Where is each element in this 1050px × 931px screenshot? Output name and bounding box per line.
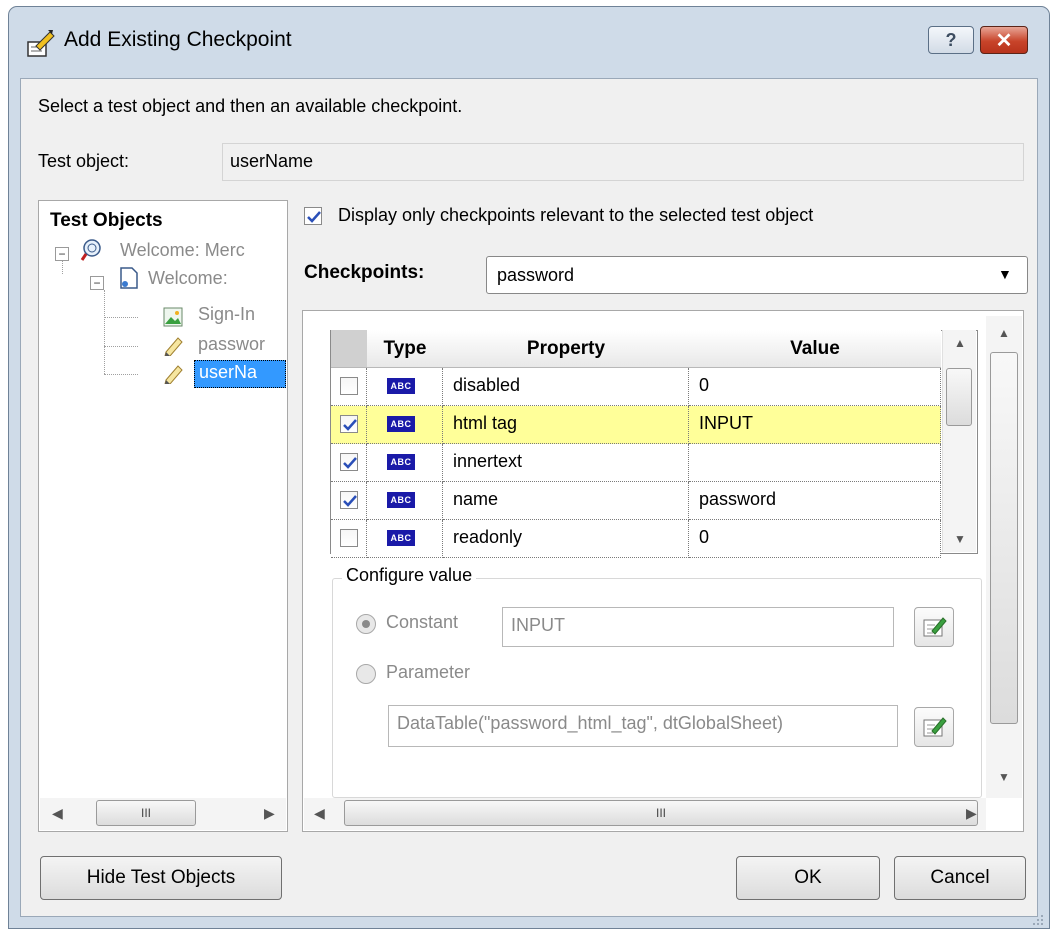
- parameter-radio[interactable]: [356, 664, 376, 684]
- tree-scroll-thumb[interactable]: III: [96, 800, 196, 826]
- tree-connector: [104, 317, 138, 318]
- row-checkbox[interactable]: [340, 491, 358, 509]
- close-button[interactable]: ✕: [980, 26, 1028, 54]
- column-header-type[interactable]: Type: [367, 330, 443, 368]
- row-type-cell: ABC: [367, 368, 443, 406]
- window-title: Add Existing Checkpoint: [64, 28, 292, 51]
- row-checkbox[interactable]: [340, 415, 358, 433]
- instructions-text: Select a test object and then an availab…: [38, 96, 463, 116]
- row-checkbox-cell: [331, 444, 367, 482]
- scroll-up-icon[interactable]: ▲: [954, 336, 966, 350]
- row-checkbox-cell: [331, 520, 367, 558]
- hide-test-objects-button[interactable]: Hide Test Objects: [40, 856, 282, 900]
- grid-scroll-thumb[interactable]: [946, 368, 972, 426]
- panel-scroll-thumb-horizontal[interactable]: III: [344, 800, 978, 826]
- row-checkbox[interactable]: [340, 377, 358, 395]
- tree-collapse-toggle[interactable]: −: [90, 276, 104, 290]
- row-checkbox-cell: [331, 368, 367, 406]
- cancel-button[interactable]: Cancel: [894, 856, 1026, 900]
- row-property-cell: readonly: [443, 520, 689, 558]
- ok-button[interactable]: OK: [736, 856, 880, 900]
- select-all-header[interactable]: [331, 330, 367, 368]
- help-button[interactable]: ?: [928, 26, 974, 54]
- tree-item-password[interactable]: passwor: [198, 334, 265, 355]
- scroll-down-icon[interactable]: ▼: [998, 770, 1010, 784]
- tree-item-browser[interactable]: Welcome: Merc: [120, 240, 245, 261]
- tree-connector: [104, 290, 105, 374]
- column-header-value[interactable]: Value: [689, 330, 941, 368]
- constant-radio[interactable]: [356, 614, 376, 634]
- row-type-cell: ABC: [367, 520, 443, 558]
- test-object-label: Test object:: [38, 151, 130, 171]
- scroll-right-icon[interactable]: ▶: [264, 805, 275, 822]
- row-type-cell: ABC: [367, 406, 443, 444]
- tree-connector: [62, 260, 63, 274]
- test-object-field: userName: [222, 143, 1024, 181]
- row-value-cell[interactable]: [689, 444, 941, 482]
- string-type-icon: ABC: [387, 492, 415, 508]
- edit-parameter-button[interactable]: [914, 707, 954, 747]
- row-property-cell: html tag: [443, 406, 689, 444]
- checkpoint-icon: [26, 28, 58, 58]
- panel-scroll-thumb[interactable]: [990, 352, 1018, 724]
- scroll-down-icon[interactable]: ▼: [954, 532, 966, 546]
- constant-value-input[interactable]: INPUT: [502, 607, 894, 647]
- row-type-cell: ABC: [367, 482, 443, 520]
- tree-header: Test Objects: [50, 210, 163, 231]
- string-type-icon: ABC: [387, 378, 415, 394]
- scroll-up-icon[interactable]: ▲: [998, 326, 1010, 340]
- row-type-cell: ABC: [367, 444, 443, 482]
- resize-grip-icon[interactable]: [1030, 910, 1044, 925]
- scroll-left-icon[interactable]: ◀: [52, 805, 63, 822]
- string-type-icon: ABC: [387, 416, 415, 432]
- column-header-property[interactable]: Property: [443, 330, 689, 368]
- tree-item-page[interactable]: Welcome:: [148, 268, 228, 289]
- tree-item-username[interactable]: userNa: [194, 360, 286, 388]
- row-checkbox[interactable]: [340, 453, 358, 471]
- constant-label[interactable]: Constant: [386, 612, 458, 633]
- image-icon: [162, 306, 184, 328]
- grid-vertical-scrollbar[interactable]: [942, 330, 976, 552]
- parameter-value-input[interactable]: DataTable("password_html_tag", dtGlobalS…: [388, 705, 898, 747]
- edit-constant-button[interactable]: [914, 607, 954, 647]
- tree-collapse-toggle[interactable]: −: [55, 247, 69, 261]
- edit-field-icon: [162, 334, 184, 357]
- scroll-left-icon[interactable]: ◀: [314, 805, 325, 822]
- row-value-cell[interactable]: password: [689, 482, 941, 520]
- chevron-down-icon[interactable]: ▼: [998, 266, 1012, 282]
- tree-connector: [104, 346, 138, 347]
- row-value-cell[interactable]: 0: [689, 520, 941, 558]
- tree-connector: [104, 374, 138, 375]
- scroll-right-icon[interactable]: ▶: [966, 805, 977, 822]
- row-checkbox[interactable]: [340, 529, 358, 547]
- row-value-cell[interactable]: 0: [689, 368, 941, 406]
- row-checkbox-cell: [331, 406, 367, 444]
- configure-value-legend: Configure value: [342, 565, 477, 586]
- checkpoints-dropdown[interactable]: password: [486, 256, 1028, 294]
- row-property-cell: innertext: [443, 444, 689, 482]
- row-property-cell: disabled: [443, 368, 689, 406]
- display-relevant-checkbox[interactable]: [304, 207, 322, 225]
- test-objects-tree[interactable]: [38, 200, 288, 832]
- browser-icon: [80, 238, 104, 262]
- edit-field-icon: [162, 362, 184, 385]
- string-type-icon: ABC: [387, 454, 415, 470]
- row-property-cell: name: [443, 482, 689, 520]
- row-checkbox-cell: [331, 482, 367, 520]
- display-relevant-label[interactable]: Display only checkpoints relevant to the…: [338, 205, 813, 226]
- page-icon: [118, 266, 140, 290]
- checkpoints-label: Checkpoints:: [304, 262, 425, 283]
- parameter-label[interactable]: Parameter: [386, 662, 470, 683]
- tree-item-image[interactable]: Sign-In: [198, 304, 255, 325]
- row-value-cell[interactable]: INPUT: [689, 406, 941, 444]
- string-type-icon: ABC: [387, 530, 415, 546]
